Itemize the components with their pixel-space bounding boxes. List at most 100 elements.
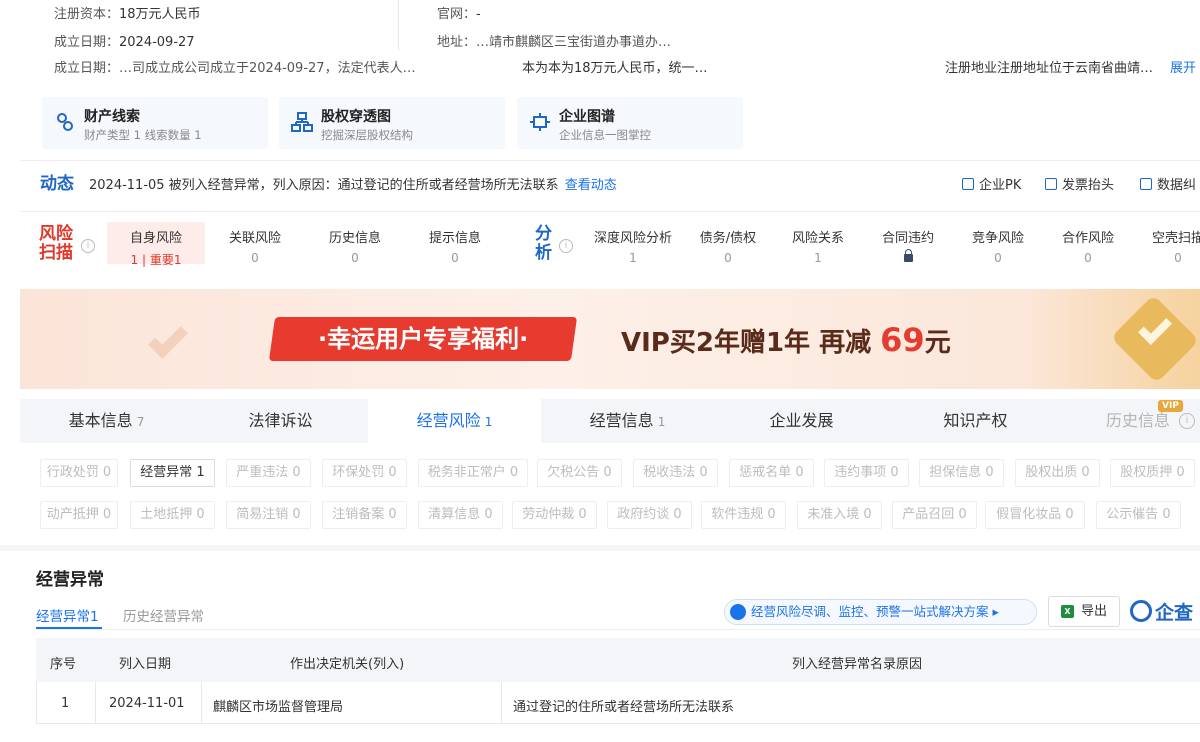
analysis-contract-breach[interactable]: 合同违约 xyxy=(858,227,958,265)
document-icon xyxy=(730,604,746,620)
filter-chip[interactable]: 假冒化妆品 0 xyxy=(985,501,1085,529)
divider xyxy=(20,160,1200,161)
header-reason: 列入经营异常名录原因 xyxy=(792,657,923,672)
tab-basic-info[interactable]: 基本信息 7 xyxy=(20,399,193,443)
filter-chip[interactable]: 股权质押 0 xyxy=(1110,459,1195,487)
filter-chip[interactable]: 土地抵押 0 xyxy=(130,501,215,529)
header-index: 序号 xyxy=(50,657,77,672)
filter-chip[interactable]: 税务非正常户 0 xyxy=(418,459,528,487)
dynamic-title: 动态 xyxy=(40,174,74,194)
risk-hint[interactable]: 提示信息 0 xyxy=(406,227,504,265)
divider xyxy=(36,629,1200,630)
filter-chip[interactable]: 产品召回 0 xyxy=(892,501,977,529)
card-title: 企业图谱 xyxy=(559,109,615,125)
info-divider xyxy=(398,0,399,50)
section-gap xyxy=(0,545,1200,551)
property-clue-card[interactable]: 财产线索 财产类型 1 线索数量 1 xyxy=(42,97,268,149)
export-button[interactable]: X 导出 xyxy=(1048,596,1120,627)
data-correct-icon xyxy=(1140,178,1152,190)
filter-chip[interactable]: 股权出质 0 xyxy=(1015,459,1100,487)
risk-related[interactable]: 关联风险 0 xyxy=(206,227,304,265)
filter-chip[interactable]: 注销备案 0 xyxy=(322,501,407,529)
analysis-title: 分 析 xyxy=(535,224,552,263)
info-icon[interactable]: i xyxy=(559,239,573,253)
registered-capital: 注册资本：18万元人民币 xyxy=(54,7,201,22)
enterprise-graph-card[interactable]: 企业图谱 企业信息一图掌控 xyxy=(517,97,743,149)
analysis-competition-risk[interactable]: 竞争风险 0 xyxy=(948,227,1048,265)
filter-chip[interactable]: 软件违规 0 xyxy=(701,501,786,529)
cell-date: 2024-11-01 xyxy=(109,696,185,711)
summary-capital: 本为本为18万元人民币，统一… xyxy=(522,61,708,76)
header-date: 列入日期 xyxy=(119,657,172,672)
card-subtitle: 财产类型 1 线索数量 1 xyxy=(84,128,202,142)
section-title: 经营异常 xyxy=(36,570,104,590)
website: 官网：- xyxy=(437,7,481,22)
risk-scan-title: 风险 扫描 xyxy=(39,224,73,263)
filter-chip[interactable]: 担保信息 0 xyxy=(919,459,1004,487)
table-row: 1 2024-11-01 麒麟区市场监督管理局 通过登记的住所或者经营场所无法联… xyxy=(36,682,1200,724)
card-title: 财产线索 xyxy=(84,109,140,125)
subtab-abnormal[interactable]: 经营异常1 xyxy=(36,605,99,625)
analysis-deep-risk[interactable]: 深度风险分析 1 xyxy=(583,227,683,265)
filter-chip[interactable]: 违约事项 0 xyxy=(824,459,909,487)
info-icon[interactable]: i xyxy=(1179,413,1195,429)
expand-link[interactable]: 展开 xyxy=(1170,57,1196,76)
analysis-shell-scan[interactable]: 空壳扫描 0 xyxy=(1128,227,1200,265)
cell-index: 1 xyxy=(61,696,70,711)
tab-legal[interactable]: 法律诉讼 xyxy=(194,399,367,443)
invoice-title-button[interactable]: 发票抬头 xyxy=(1045,174,1114,193)
info-icon[interactable]: i xyxy=(81,239,95,253)
filter-chip[interactable]: 动产抵押 0 xyxy=(40,501,118,529)
invoice-icon xyxy=(1045,178,1057,190)
vip-offer-text: VIP买2年赠1年 再减 69元 xyxy=(621,321,951,359)
summary-address: 注册地业注册地址位于云南省曲靖… xyxy=(945,61,1154,76)
card-subtitle: 挖掘深层股权结构 xyxy=(321,128,413,142)
filter-chip[interactable]: 环保处罚 0 xyxy=(322,459,407,487)
subtab-history-abnormal[interactable]: 历史经营异常 xyxy=(123,605,204,625)
vip-promo-banner[interactable]: ·幸运用户专享福利· VIP买2年赠1年 再减 69元 xyxy=(20,289,1200,389)
tab-development[interactable]: 企业发展 xyxy=(715,399,888,443)
risk-self[interactable]: 自身风险 1 | 重要1 xyxy=(107,222,205,267)
main-tabs: 基本信息 7 法律诉讼 经营风险 1 经营信息 1 企业发展 知识产权 历史信息 xyxy=(20,399,1200,443)
filter-chip[interactable]: 简易注销 0 xyxy=(226,501,311,529)
vip-tag: VIP xyxy=(1158,400,1183,412)
company-summary: 成立日期：…司成立成公司成立于2024-09-27，法定代表人… xyxy=(54,61,416,76)
data-correct-button[interactable]: 数据纠 xyxy=(1140,174,1196,193)
equity-tree-card[interactable]: 股权穿透图 挖掘深层股权结构 xyxy=(279,97,505,149)
divider xyxy=(20,211,1200,212)
analysis-debt[interactable]: 债务/债权 0 xyxy=(678,227,778,265)
analysis-risk-relation[interactable]: 风险关系 1 xyxy=(768,227,868,265)
property-clue-icon xyxy=(57,113,73,131)
filter-chip[interactable]: 劳动仲裁 0 xyxy=(512,501,597,529)
solution-promo-link[interactable]: 经营风险尽调、监控、预警一站式解决方案 ▸ xyxy=(724,599,1037,625)
filter-chip[interactable]: 严重违法 0 xyxy=(226,459,311,487)
excel-icon: X xyxy=(1061,605,1074,618)
filter-chip-active[interactable]: 经营异常 1 xyxy=(130,459,215,487)
dynamic-text: 2024-11-05 被列入经营异常，列入原因：通过登记的住所或者经营场所无法联… xyxy=(89,178,617,193)
filter-chip[interactable]: 欠税公告 0 xyxy=(537,459,622,487)
header-authority: 作出决定机关(列入) xyxy=(290,657,405,672)
filter-chip[interactable]: 清算信息 0 xyxy=(418,501,503,529)
cell-reason: 通过登记的住所或者经营场所无法联系 xyxy=(513,700,735,715)
tab-ip[interactable]: 知识产权 xyxy=(889,399,1062,443)
filter-chip[interactable]: 行政处罚 0 xyxy=(40,459,118,487)
search-logo-icon xyxy=(1130,600,1152,622)
equity-tree-icon xyxy=(291,112,313,132)
filter-chip[interactable]: 税收违法 0 xyxy=(633,459,718,487)
analysis-cooperation-risk[interactable]: 合作风险 0 xyxy=(1038,227,1138,265)
filter-chip[interactable]: 政府约谈 0 xyxy=(607,501,692,529)
filter-chip[interactable]: 惩戒名单 0 xyxy=(729,459,814,487)
filter-chip[interactable]: 公示催告 0 xyxy=(1096,501,1181,529)
filter-chip[interactable]: 未准入境 0 xyxy=(797,501,882,529)
risk-history[interactable]: 历史信息 0 xyxy=(306,227,404,265)
view-dynamic-link[interactable]: 查看动态 xyxy=(565,178,617,193)
pk-icon xyxy=(962,178,974,190)
address: 地址：…靖市麒麟区三宝街道办事道办… xyxy=(437,35,672,50)
tab-business-info[interactable]: 经营信息 1 xyxy=(541,399,714,443)
brand-logo: 企查 xyxy=(1130,598,1193,625)
enterprise-pk-button[interactable]: 企业PK xyxy=(962,174,1021,193)
table-header: 序号 列入日期 作出决定机关(列入) 列入经营异常名录原因 xyxy=(36,638,1200,682)
tab-business-risk[interactable]: 经营风险 1 xyxy=(368,399,541,443)
cell-authority[interactable]: 麒麟区市场监督管理局 xyxy=(213,696,343,715)
chevron-decoration-icon xyxy=(148,319,188,359)
